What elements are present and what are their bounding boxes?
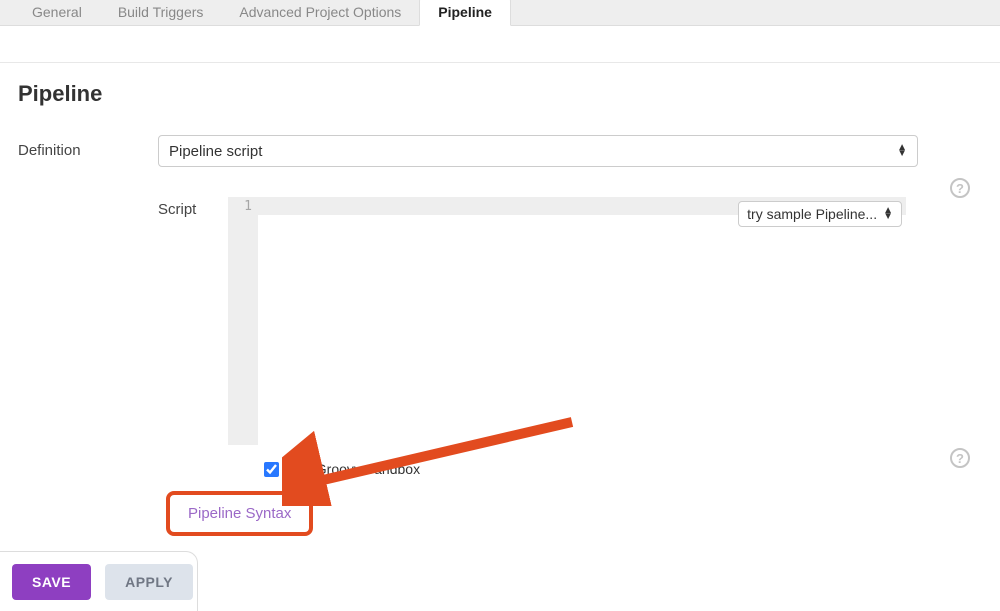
line-gutter: 1 [228, 197, 258, 445]
tab-build-triggers[interactable]: Build Triggers [100, 0, 222, 25]
line-number: 1 [228, 199, 252, 214]
tab-general[interactable]: General [14, 0, 100, 25]
definition-value: Pipeline script [169, 143, 262, 160]
tab-pipeline[interactable]: Pipeline [419, 0, 511, 26]
sandbox-row: Use Groovy Sandbox [264, 461, 982, 477]
definition-row: Definition Pipeline script ▲▼ [18, 135, 982, 167]
script-editor[interactable]: 1 [228, 197, 906, 445]
footer-buttons: SAVE APPLY [0, 551, 198, 611]
tab-advanced-project-options[interactable]: Advanced Project Options [221, 0, 419, 25]
code-area[interactable] [258, 197, 906, 445]
section-title: Pipeline [18, 81, 982, 107]
script-label: Script [158, 197, 228, 445]
select-arrows-icon: ▲▼ [883, 208, 893, 220]
definition-select[interactable]: Pipeline script ▲▼ [158, 135, 918, 167]
pipeline-syntax-link[interactable]: Pipeline Syntax [166, 491, 313, 536]
sandbox-label: Use Groovy Sandbox [287, 461, 420, 477]
tabs-bar: General Build Triggers Advanced Project … [0, 0, 1000, 26]
apply-button[interactable]: APPLY [105, 564, 193, 600]
definition-label: Definition [18, 135, 158, 159]
pipeline-section: Pipeline Definition Pipeline script ▲▼ S… [0, 62, 1000, 536]
help-icon[interactable]: ? [950, 178, 970, 198]
sandbox-checkbox[interactable] [264, 462, 279, 477]
script-row: Script 1 try sample Pipeline... ▲▼ [158, 197, 982, 445]
sample-pipeline-select[interactable]: try sample Pipeline... ▲▼ [738, 201, 902, 227]
help-icon[interactable]: ? [950, 448, 970, 468]
save-button[interactable]: SAVE [12, 564, 91, 600]
select-arrows-icon: ▲▼ [897, 145, 907, 157]
sample-pipeline-label: try sample Pipeline... [747, 206, 877, 222]
